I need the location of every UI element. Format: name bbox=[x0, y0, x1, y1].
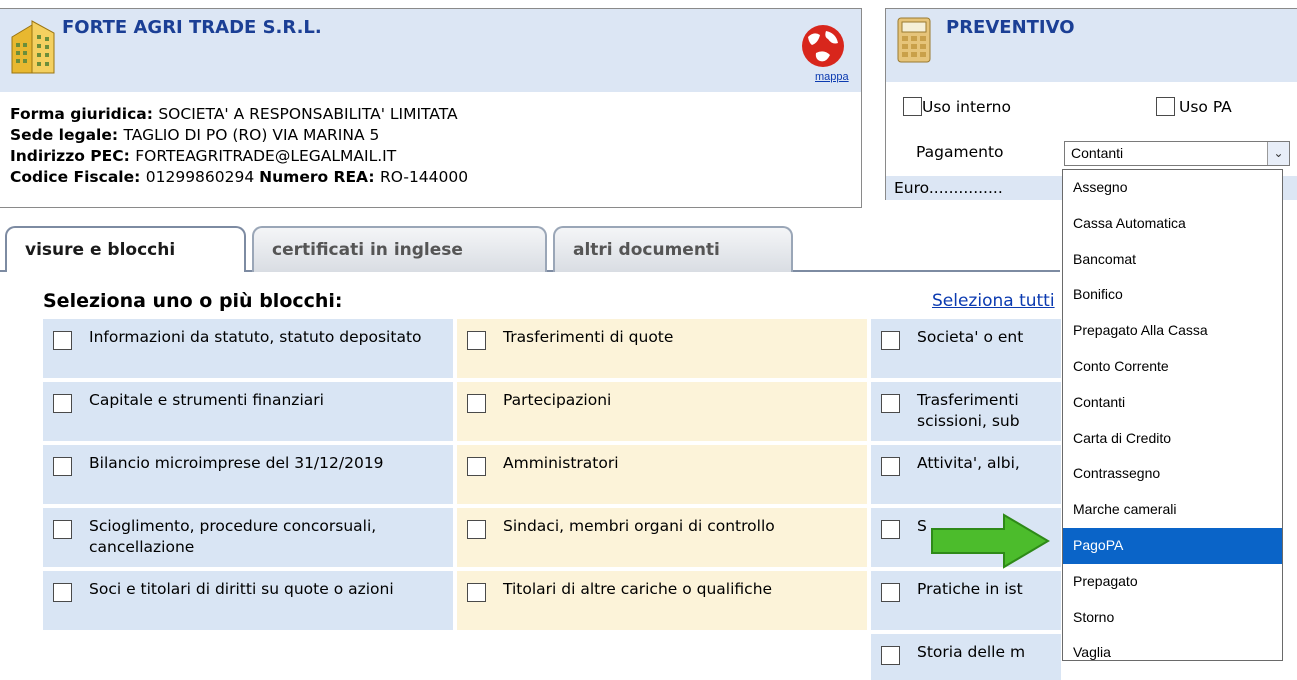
block-label: Informazioni da statuto, statuto deposit… bbox=[89, 328, 422, 346]
info-row-fiscal: Codice Fiscale: 01299860294 Numero REA: … bbox=[10, 168, 469, 186]
dropdown-option[interactable]: Marche camerali bbox=[1063, 492, 1282, 528]
uso-pa-row: Uso PA bbox=[1156, 97, 1232, 116]
payment-select-value: Contanti bbox=[1071, 145, 1124, 161]
block-label: Sindaci, membri organi di controllo bbox=[503, 517, 775, 535]
info-row-sede: Sede legale: TAGLIO DI PO (RO) VIA MARIN… bbox=[10, 126, 380, 144]
block-checkbox[interactable] bbox=[53, 457, 72, 476]
uso-interno-label: Uso interno bbox=[922, 97, 1011, 116]
dropdown-option[interactable]: Contrassegno bbox=[1063, 456, 1282, 492]
tab-certificati-in-inglese[interactable]: certificati in inglese bbox=[252, 226, 547, 272]
block-checkbox[interactable] bbox=[53, 583, 72, 602]
block-item[interactable]: Titolari di altre cariche o qualifiche bbox=[456, 570, 868, 631]
dropdown-option[interactable]: Vaglia bbox=[1063, 635, 1282, 671]
dropdown-option[interactable]: Cassa Automatica bbox=[1063, 206, 1282, 242]
uso-interno-checkbox[interactable] bbox=[903, 97, 922, 116]
block-checkbox[interactable] bbox=[53, 520, 72, 539]
info-row-forma: Forma giuridica: SOCIETA' A RESPONSABILI… bbox=[10, 105, 458, 123]
company-panel: FORTE AGRI TRADE S.R.L. mappa Forma giur… bbox=[0, 8, 862, 208]
block-item[interactable]: Soci e titolari di diritti su quote o az… bbox=[42, 570, 454, 631]
dropdown-option[interactable]: Bancomat bbox=[1063, 242, 1282, 278]
payment-select[interactable]: Contanti ⌄ bbox=[1064, 141, 1290, 166]
payment-label: Pagamento bbox=[916, 143, 1004, 161]
uso-interno-row: Uso interno bbox=[903, 97, 1011, 116]
tab-altri-documenti[interactable]: altri documenti bbox=[553, 226, 793, 272]
block-item[interactable]: Trasferimenti di quote bbox=[456, 318, 868, 379]
block-checkbox[interactable] bbox=[881, 457, 900, 476]
map-link[interactable]: mappa bbox=[815, 71, 849, 83]
block-label: Partecipazioni bbox=[503, 391, 612, 409]
block-item[interactable]: Amministratori bbox=[456, 444, 868, 505]
dropdown-option[interactable]: Carta di Credito bbox=[1063, 421, 1282, 457]
block-item[interactable]: Societa' o ent bbox=[870, 318, 1062, 379]
tab-visure-e-blocchi[interactable]: visure e blocchi bbox=[5, 226, 246, 272]
block-label: Titolari di altre cariche o qualifiche bbox=[503, 580, 773, 598]
block-checkbox[interactable] bbox=[881, 331, 900, 350]
block-checkbox[interactable] bbox=[881, 646, 900, 665]
dropdown-option[interactable]: Contanti bbox=[1063, 385, 1282, 421]
block-checkbox[interactable] bbox=[467, 583, 486, 602]
arrow-right-icon bbox=[931, 513, 1050, 569]
company-header: FORTE AGRI TRADE S.R.L. mappa bbox=[0, 9, 861, 92]
info-label: Sede legale bbox=[10, 126, 112, 144]
payment-dropdown-list: Assegno Cassa Automatica Bancomat Bonifi… bbox=[1062, 169, 1283, 661]
block-item[interactable]: Scioglimento, procedure concorsuali, can… bbox=[42, 507, 454, 568]
block-checkbox[interactable] bbox=[881, 520, 900, 539]
dropdown-option[interactable]: Assegno bbox=[1063, 170, 1282, 206]
dropdown-option[interactable]: Prepagato Alla Cassa bbox=[1063, 313, 1282, 349]
info-label: Forma giuridica bbox=[10, 105, 147, 123]
block-label: Amministratori bbox=[503, 454, 619, 472]
dropdown-option[interactable]: Conto Corrente bbox=[1063, 349, 1282, 385]
block-label: Scioglimento, procedure concorsuali, can… bbox=[89, 517, 377, 556]
globe-icon[interactable] bbox=[800, 23, 846, 69]
info-label: Indirizzo PEC bbox=[10, 147, 124, 165]
block-checkbox[interactable] bbox=[881, 583, 900, 602]
uso-pa-checkbox[interactable] bbox=[1156, 97, 1175, 116]
uso-pa-label: Uso PA bbox=[1179, 97, 1232, 116]
block-item[interactable]: Sindaci, membri organi di controllo bbox=[456, 507, 868, 568]
info-label: Numero REA bbox=[259, 168, 369, 186]
block-checkbox[interactable] bbox=[467, 394, 486, 413]
company-info: Forma giuridica: SOCIETA' A RESPONSABILI… bbox=[10, 104, 468, 188]
block-checkbox[interactable] bbox=[467, 457, 486, 476]
info-value: RO-144000 bbox=[379, 168, 469, 186]
info-row-pec: Indirizzo PEC: FORTEAGRITRADE@LEGALMAIL.… bbox=[10, 147, 397, 165]
block-item[interactable]: Storia delle m bbox=[870, 633, 1062, 680]
select-all-link[interactable]: Seleziona tutti bbox=[932, 291, 1060, 311]
block-item[interactable]: Attivita', albi, bbox=[870, 444, 1062, 505]
block-label: Trasferimenti di quote bbox=[503, 328, 674, 346]
block-item[interactable]: Capitale e strumenti finanziari bbox=[42, 381, 454, 442]
dropdown-option[interactable]: Storno bbox=[1063, 600, 1282, 636]
dropdown-option-selected[interactable]: PagoPA bbox=[1063, 527, 1282, 564]
company-name: FORTE AGRI TRADE S.R.L. bbox=[62, 17, 322, 38]
block-item[interactable]: Informazioni da statuto, statuto deposit… bbox=[42, 318, 454, 379]
block-checkbox[interactable] bbox=[53, 331, 72, 350]
preventivo-header: PREVENTIVO bbox=[886, 9, 1297, 82]
info-value: SOCIETA' A RESPONSABILITA' LIMITATA bbox=[158, 105, 458, 123]
block-label: Soci e titolari di diritti su quote o az… bbox=[89, 580, 394, 598]
block-item[interactable]: Bilancio microimprese del 31/12/2019 bbox=[42, 444, 454, 505]
block-item[interactable]: Trasferimenti scissioni, sub bbox=[870, 381, 1062, 442]
calculator-icon bbox=[897, 17, 931, 63]
building-icon bbox=[11, 20, 55, 74]
info-value: 01299860294 bbox=[145, 168, 255, 186]
info-value: FORTEAGRITRADE@LEGALMAIL.IT bbox=[135, 147, 397, 165]
block-checkbox[interactable] bbox=[467, 520, 486, 539]
block-item[interactable]: Partecipazioni bbox=[456, 381, 868, 442]
block-label: Bilancio microimprese del 31/12/2019 bbox=[89, 454, 384, 472]
chevron-down-icon[interactable]: ⌄ bbox=[1267, 142, 1289, 165]
info-value: TAGLIO DI PO (RO) VIA MARINA 5 bbox=[123, 126, 380, 144]
block-checkbox[interactable] bbox=[881, 394, 900, 413]
dropdown-option[interactable]: Prepagato bbox=[1063, 564, 1282, 600]
info-label: Codice Fiscale bbox=[10, 168, 135, 186]
preventivo-title: PREVENTIVO bbox=[946, 17, 1075, 38]
block-label: Capitale e strumenti finanziari bbox=[89, 391, 324, 409]
block-item[interactable]: Pratiche in ist bbox=[870, 570, 1062, 631]
section-title: Seleziona uno o più blocchi: bbox=[43, 290, 343, 312]
dropdown-option[interactable]: Bonifico bbox=[1063, 277, 1282, 313]
block-checkbox[interactable] bbox=[467, 331, 486, 350]
block-checkbox[interactable] bbox=[53, 394, 72, 413]
